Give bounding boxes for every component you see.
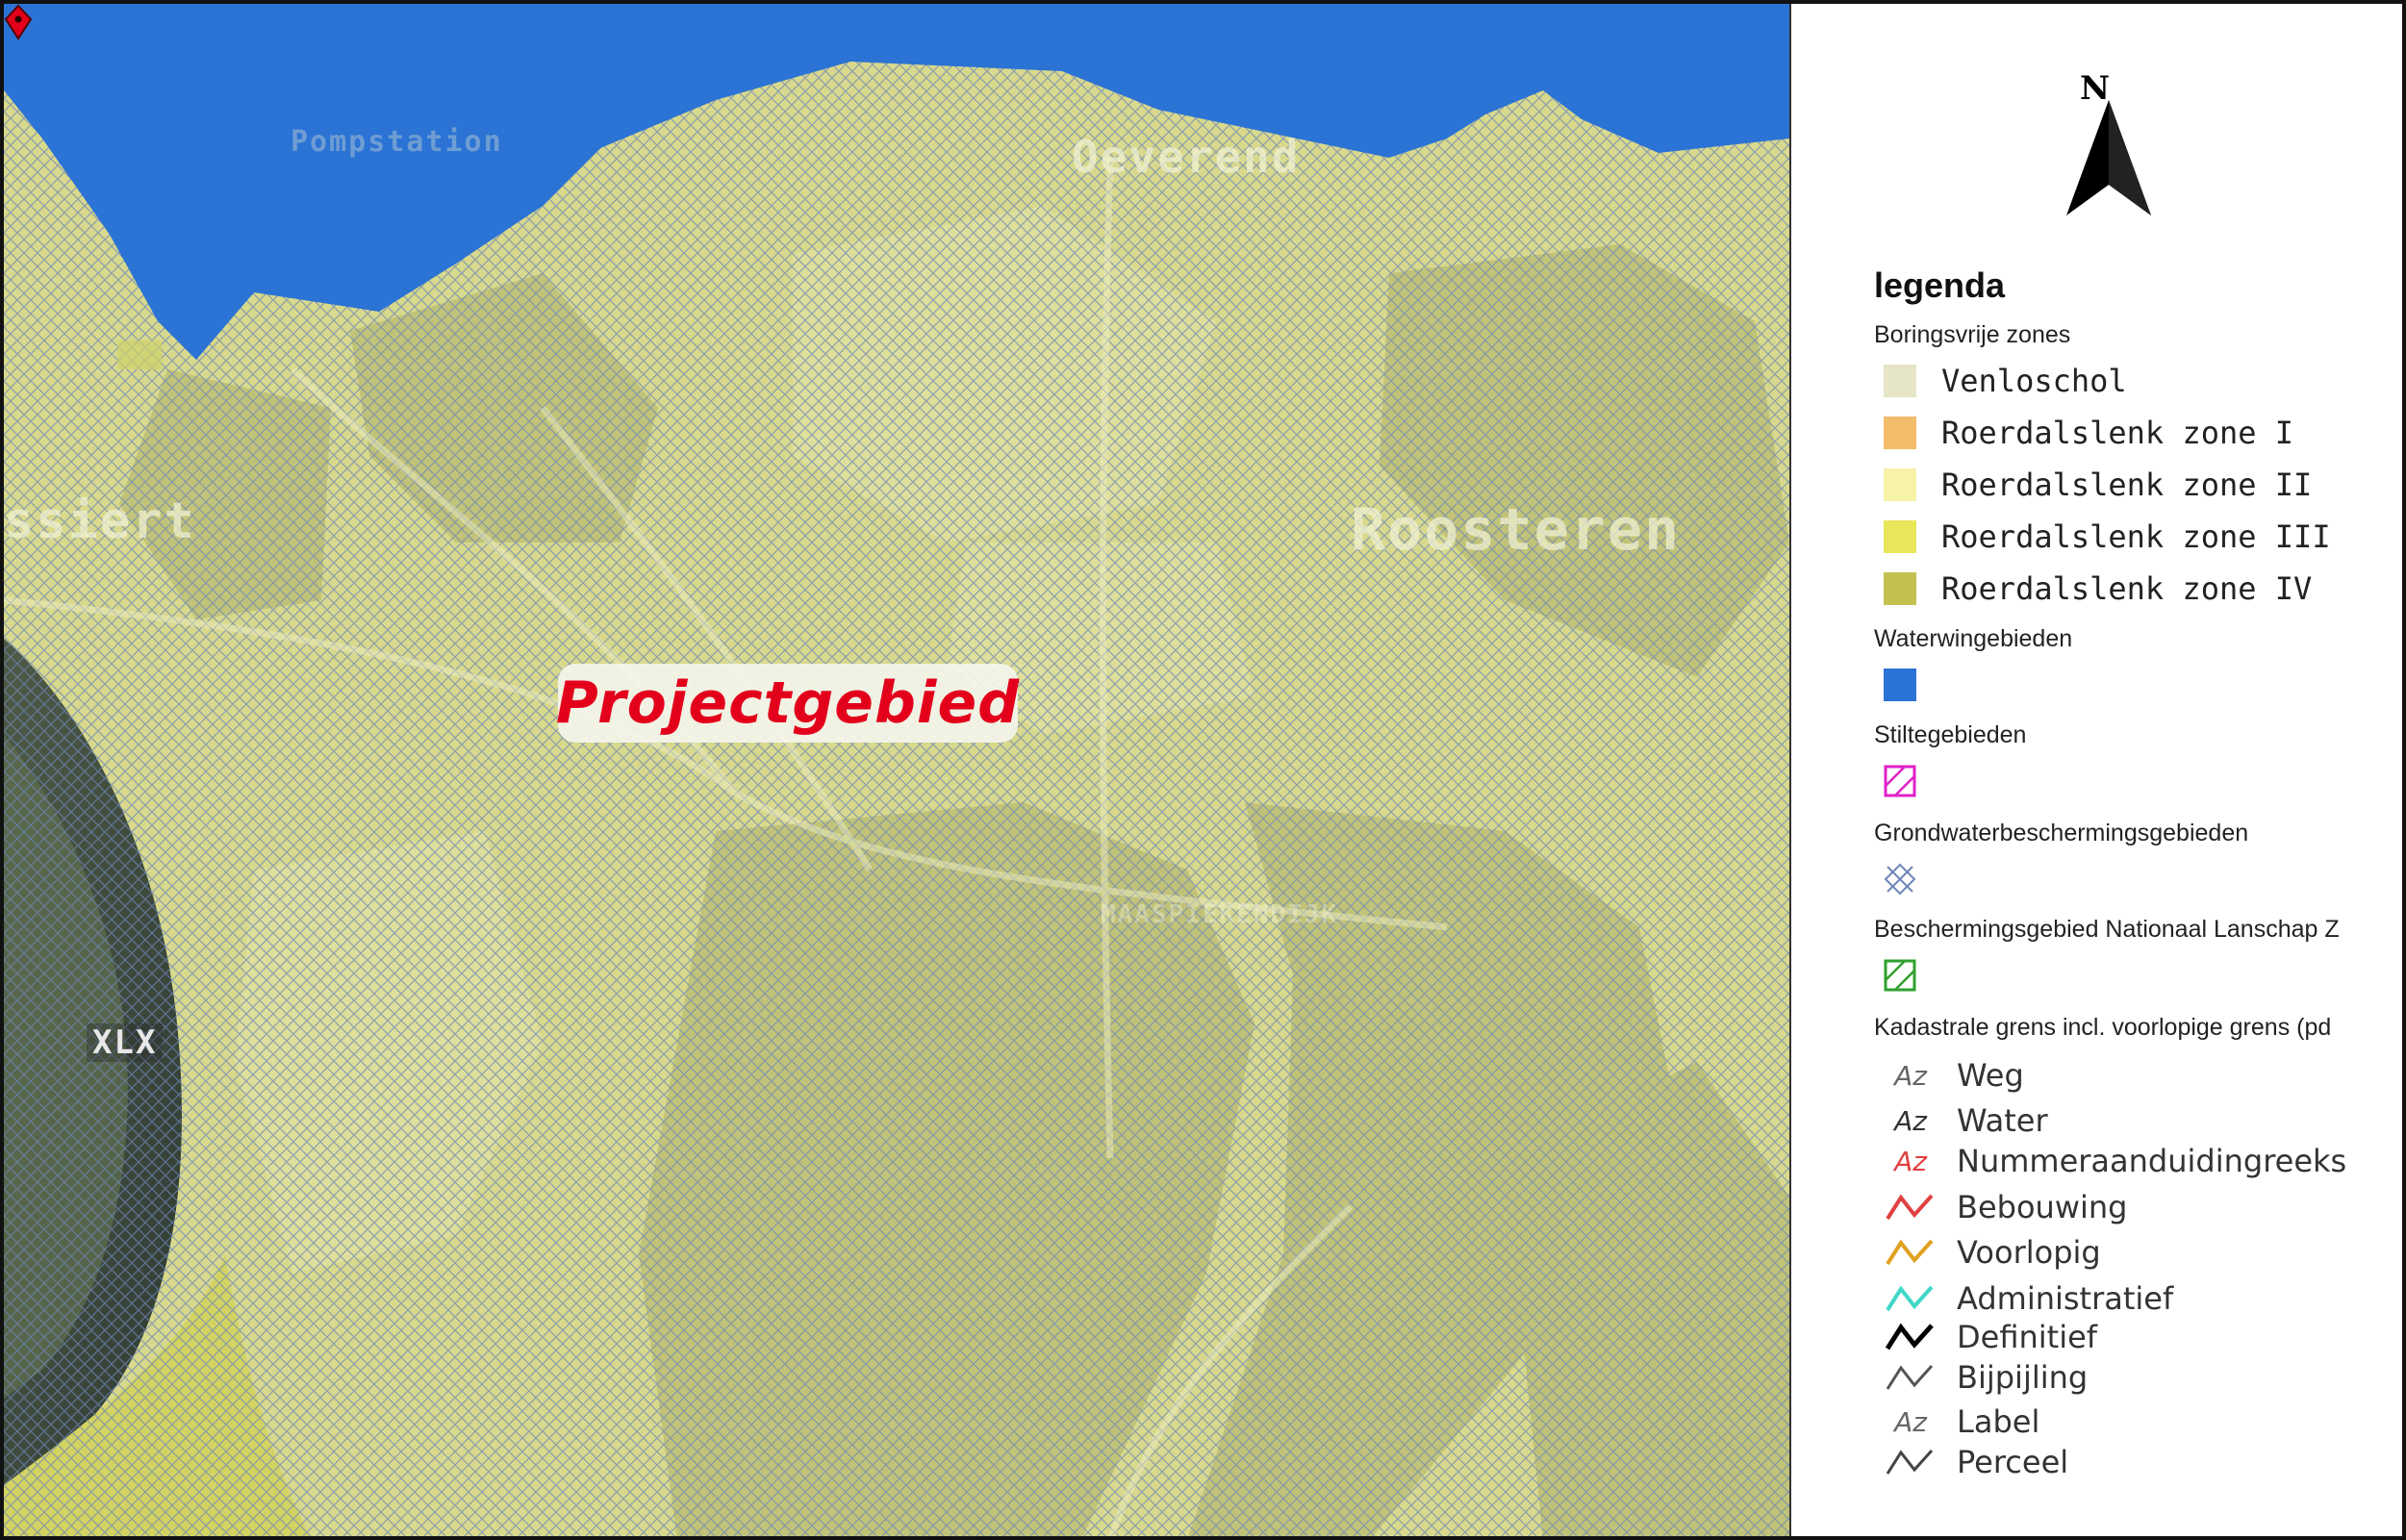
az-red-icon: Az: [1894, 1145, 1927, 1177]
legend-item-zone-i: Roerdalslenk zone I: [1884, 414, 2293, 452]
street-label: MAASPIEKENDIJK: [1101, 900, 1339, 929]
legend-title: legenda: [1874, 265, 2006, 305]
legend-label: Definitief: [1957, 1319, 2098, 1355]
legend-item-administratief: Administratief: [1884, 1279, 2173, 1318]
legend-label: Label: [1957, 1403, 2040, 1440]
legend-item-grondwater: [1884, 860, 1916, 898]
legend-label: Water: [1957, 1102, 2048, 1139]
legend-label: Bijpijling: [1957, 1359, 2089, 1396]
place-label-left-edge: ssiert: [4, 492, 196, 550]
location-pin-icon[interactable]: [4, 4, 33, 42]
group-kadastrale-grens: Kadastrale grens incl. voorlopige grens …: [1874, 1014, 2332, 1041]
project-area-label: Projectgebied: [555, 669, 1021, 737]
legend-item-label: Az Label: [1884, 1402, 2039, 1441]
group-grondwater: Grondwaterbeschermingsgebieden: [1874, 820, 2249, 846]
legend-label: Nummeraanduidingreeks: [1957, 1143, 2347, 1179]
zone-i-swatch: [1884, 417, 1916, 449]
zone-ii-swatch: [1884, 468, 1916, 501]
legend-item-nationaal: [1884, 956, 1916, 995]
line-gray-icon: [1886, 1364, 1934, 1390]
map-figure: Pompstation Oeverend Roosteren ssiert XL…: [0, 0, 2406, 1540]
group-nationaal-landschap: Beschermingsgebied Nationaal Lanschap Z: [1874, 916, 2340, 943]
legend-item-water: Az Water: [1884, 1101, 2048, 1140]
legend-item-bijpijling: Bijpijling: [1884, 1358, 2088, 1397]
legend-item-weg: Az Weg: [1884, 1056, 2024, 1095]
legend-item-stilte: [1884, 762, 1916, 800]
legend-label: Venloschol: [1941, 363, 2127, 399]
line-cyan-icon: [1886, 1285, 1934, 1312]
legend-item-nummeraanduidingreeks: Az Nummeraanduidingreeks: [1884, 1142, 2346, 1180]
legend-item-voorlopig: Voorlopig: [1884, 1233, 2101, 1272]
legend-item-zone-iii: Roerdalslenk zone III: [1884, 518, 2331, 556]
legend-item-zone-ii: Roerdalslenk zone II: [1884, 466, 2312, 504]
zone-iv-swatch: [1884, 572, 1916, 605]
legend-label: Roerdalslenk zone II: [1941, 467, 2313, 503]
venloschol-swatch: [1884, 365, 1916, 397]
nationaal-hatch-swatch: [1884, 959, 1916, 992]
place-label-pompstation: Pompstation: [291, 125, 503, 159]
group-boringsvrije-zones: Boringsvrije zones: [1874, 321, 2071, 348]
road-number-label: XLX: [87, 1023, 164, 1062]
legend-item-venloschol: Venloschol: [1884, 362, 2127, 400]
az-gray-icon: Az: [1894, 1405, 1927, 1438]
group-stiltegebieden: Stiltegebieden: [1874, 721, 2027, 748]
zone-iii-swatch: [1884, 520, 1916, 553]
map-layers: [4, 4, 1789, 1536]
line-gray-icon: [1886, 1449, 1934, 1475]
legend-item-perceel: Perceel: [1884, 1443, 2068, 1481]
legend-label: Voorlopig: [1957, 1234, 2101, 1271]
map-canvas[interactable]: Pompstation Oeverend Roosteren ssiert XL…: [4, 4, 1789, 1536]
legend-item-waterwin: [1884, 666, 1916, 704]
north-label: N: [2080, 69, 2111, 108]
legend-label: Administratief: [1957, 1280, 2174, 1317]
legend-label: Roerdalslenk zone III: [1941, 518, 2331, 555]
legend-label: Roerdalslenk zone IV: [1941, 570, 2313, 607]
place-label-oeverend: Oeverend: [1072, 131, 1301, 183]
group-waterwingebieden: Waterwingebieden: [1874, 625, 2073, 652]
line-orange-icon: [1886, 1239, 1934, 1266]
az-gray-icon: Az: [1894, 1059, 1927, 1092]
legend-item-zone-iv: Roerdalslenk zone IV: [1884, 569, 2312, 608]
waterwin-swatch: [1884, 669, 1916, 701]
legend-item-bebouwing: Bebouwing: [1884, 1188, 2127, 1226]
legend-label: Bebouwing: [1957, 1189, 2128, 1225]
az-dark-icon: Az: [1894, 1104, 1927, 1137]
place-label-roosteren: Roosteren: [1351, 496, 1682, 564]
stilte-hatch-swatch: [1884, 765, 1916, 797]
legend-label: Roerdalslenk zone I: [1941, 415, 2294, 451]
legend-label: Weg: [1957, 1057, 2024, 1094]
grondwater-hatch-swatch: [1884, 863, 1916, 896]
legend-label: Perceel: [1957, 1444, 2069, 1480]
project-area-callout[interactable]: Projectgebied: [555, 664, 1021, 743]
line-black-icon: [1885, 1323, 1934, 1351]
line-red-icon: [1886, 1194, 1934, 1221]
legend-panel: N legenda Boringsvrije zones Venloschol …: [1789, 4, 2402, 1536]
legend-item-definitief: Definitief: [1884, 1318, 2097, 1356]
